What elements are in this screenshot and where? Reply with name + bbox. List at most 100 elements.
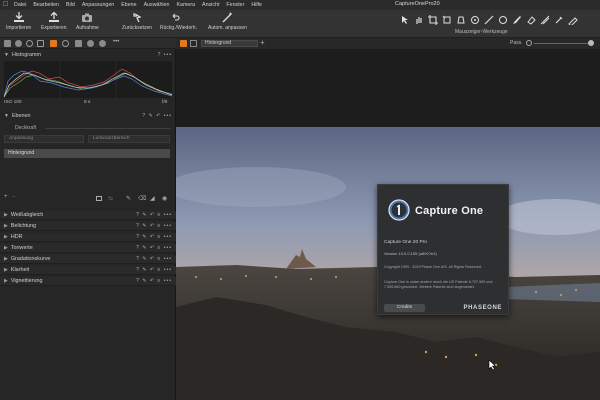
- spot-removal-icon[interactable]: [470, 15, 480, 25]
- section-menu-icon[interactable]: ? ✎ ↶ ≡ •••: [136, 266, 172, 275]
- section-label: Weißabgleich: [10, 212, 44, 218]
- zoom-slider-handle[interactable]: [588, 40, 594, 46]
- zoom-out-icon[interactable]: [526, 40, 532, 46]
- export-icon: [48, 12, 59, 22]
- zoom-slider[interactable]: [534, 43, 589, 44]
- library-tab-icon[interactable]: [4, 40, 11, 47]
- undo-redo-button[interactable]: Rückg./Wiederh.: [160, 12, 197, 31]
- menu-datei[interactable]: Datei: [14, 2, 26, 8]
- histogram-header[interactable]: ▼ Histogramm ? •••: [0, 51, 176, 59]
- eraser-icon[interactable]: ⌫: [138, 195, 146, 202]
- gradient-icon[interactable]: ◢: [150, 195, 155, 202]
- exposure-tab-icon[interactable]: [50, 40, 57, 47]
- menu-bild[interactable]: Bild: [66, 2, 75, 8]
- section-menu-icon[interactable]: ? ✎ ↶ ≡ •••: [136, 211, 172, 220]
- layers-header[interactable]: ▼ Ebenen ? ✎ ↶ •••: [0, 112, 176, 120]
- auto-adjust-button[interactable]: Autom. anpassen: [208, 12, 247, 31]
- tool-panel: ▼ Histogramm ? ••• ISO 100 8 s f/9 ▼ Ebene…: [0, 49, 176, 400]
- histogram-chart: [4, 61, 172, 98]
- settings-tab-icon[interactable]: [99, 40, 106, 47]
- about-dialog: Capture One Capture One 20 Pro Version 1…: [377, 184, 509, 315]
- layer-select[interactable]: Hintergrund: [201, 40, 258, 47]
- section-menu-icon[interactable]: ? ✎ ↶ ≡ •••: [136, 222, 172, 231]
- zoom-fit-label[interactable]: Pass.: [510, 40, 523, 46]
- mask-icon[interactable]: [96, 196, 102, 201]
- gradient-mask-icon[interactable]: [540, 15, 550, 25]
- import-button[interactable]: Importieren: [6, 12, 31, 31]
- layer-actions: + – ⇆ ✎ ⌫ ◢ ◉: [4, 194, 172, 203]
- capture-tab-icon[interactable]: [15, 40, 22, 47]
- section-clarity[interactable]: ▶ Klarheit ? ✎ ↶ ≡ •••: [0, 266, 176, 275]
- section-hdr[interactable]: ▶ HDR ? ✎ ↶ ≡ •••: [0, 233, 176, 242]
- chevron-down-icon: ▼: [4, 52, 9, 58]
- menu-fenster[interactable]: Fenster: [226, 2, 244, 8]
- chevron-right-icon: ▶: [4, 278, 8, 284]
- picker-icon[interactable]: [554, 15, 564, 25]
- select-cursor-icon[interactable]: [400, 15, 410, 25]
- layers-title: Ebenen: [11, 113, 31, 119]
- menu-bar:  Datei Bearbeiten Bild Anpassungen Eben…: [0, 0, 600, 10]
- section-label: Gradationskurve: [10, 256, 51, 262]
- line-mask-icon[interactable]: [484, 15, 494, 25]
- section-menu-icon[interactable]: ? •••: [158, 51, 172, 59]
- export-label: Exportieren: [41, 25, 67, 31]
- pan-hand-icon[interactable]: [414, 15, 424, 25]
- chevron-right-icon: ▶: [4, 234, 8, 240]
- chevron-down-icon: ▼: [4, 113, 9, 119]
- copy-mask-icon[interactable]: ⇆: [108, 195, 113, 202]
- adjust-layer-button[interactable]: Anpassung: [4, 135, 84, 143]
- brush-icon[interactable]: ✎: [126, 195, 131, 202]
- menu-auswaehlen[interactable]: Auswählen: [144, 2, 170, 8]
- rotate-icon[interactable]: [442, 15, 452, 25]
- credits-button[interactable]: Credits: [384, 304, 425, 312]
- section-exposure[interactable]: ▶ Belichtung ? ✎ ↶ ≡ •••: [0, 222, 176, 231]
- section-vignetting[interactable]: ▶ Vignettierung ? ✎ ↶ ≡ •••: [0, 277, 176, 286]
- menu-ebene[interactable]: Ebene: [121, 2, 136, 8]
- export-button[interactable]: Exportieren: [41, 12, 67, 31]
- single-view-icon[interactable]: [180, 40, 187, 47]
- color-tab-icon[interactable]: [62, 40, 69, 47]
- section-menu-icon[interactable]: ? ✎ ↶ ≡ •••: [136, 255, 172, 264]
- lens-tab-icon[interactable]: [26, 40, 33, 47]
- capture-button[interactable]: Aufnahme: [76, 12, 99, 31]
- add-icon[interactable]: +: [260, 38, 265, 47]
- annotate-icon[interactable]: [568, 15, 578, 25]
- layer-row-background[interactable]: Hintergrund: [4, 149, 170, 158]
- section-curve[interactable]: ▶ Gradationskurve ? ✎ ↶ ≡ •••: [0, 255, 176, 264]
- menu-hilfe[interactable]: Hilfe: [251, 2, 262, 8]
- reset-icon: [133, 13, 142, 23]
- eraser-icon[interactable]: [526, 15, 536, 25]
- composition-tab-icon[interactable]: [37, 40, 44, 47]
- section-label: Belichtung: [10, 223, 37, 229]
- section-menu-icon[interactable]: ? ✎ ↶ ≡ •••: [136, 277, 172, 286]
- circle-mask-icon[interactable]: [498, 15, 508, 25]
- add-layer-icon[interactable]: +: [4, 194, 8, 200]
- section-white-balance[interactable]: ▶ Weißabgleich ? ✎ ↶ ≡ •••: [0, 211, 176, 220]
- chevron-right-icon: ▶: [4, 245, 8, 251]
- crop-icon[interactable]: [428, 15, 438, 25]
- viewer-toolbar: Hintergrund + Pass.: [176, 38, 600, 49]
- brush-icon[interactable]: [512, 15, 522, 25]
- section-menu-icon[interactable]: ? ✎ ↶ ≡ •••: [136, 244, 172, 253]
- reset-button[interactable]: Zurücksetzen: [122, 12, 152, 31]
- menu-anpassungen[interactable]: Anpassungen: [82, 2, 114, 8]
- remove-layer-icon[interactable]: –: [12, 194, 15, 200]
- menu-kamera[interactable]: Kamera: [177, 2, 196, 8]
- multi-view-icon[interactable]: [190, 40, 197, 47]
- magic-wand-icon: [222, 12, 233, 23]
- details-tab-icon[interactable]: [75, 40, 82, 47]
- apple-icon[interactable]: : [3, 1, 9, 8]
- section-menu-icon[interactable]: ? ✎ ↶ ≡ •••: [136, 233, 172, 242]
- radial-icon[interactable]: ◉: [162, 195, 167, 202]
- metadata-tab-icon[interactable]: [87, 40, 94, 47]
- undo-redo-label: Rückg./Wiederh.: [160, 25, 197, 31]
- section-menu-icon[interactable]: ? ✎ ↶ •••: [142, 112, 172, 120]
- keystone-icon[interactable]: [456, 15, 466, 25]
- opacity-slider[interactable]: [45, 128, 171, 129]
- menu-ansicht[interactable]: Ansicht: [202, 2, 219, 8]
- import-icon: [13, 12, 24, 22]
- more-tab-icon[interactable]: •••: [113, 39, 120, 46]
- luma-range-button[interactable]: Luminanzbereich: [88, 135, 170, 143]
- section-levels[interactable]: ▶ Tonwerte ? ✎ ↶ ≡ •••: [0, 244, 176, 253]
- menu-bearbeiten[interactable]: Bearbeiten: [33, 2, 59, 8]
